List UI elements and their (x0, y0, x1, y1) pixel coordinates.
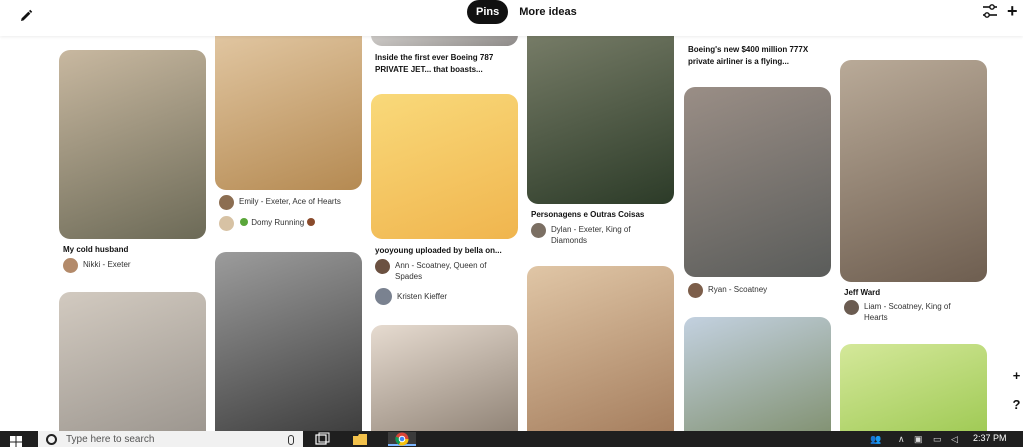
microphone-icon[interactable] (288, 435, 294, 445)
task-view-icon[interactable] (313, 432, 331, 446)
attribution-text: Kristen Kieffer (397, 292, 448, 301)
pin-image[interactable] (840, 60, 987, 282)
attribution-text: Dylan - Exeter, King of Diamonds (551, 225, 631, 245)
avatar (531, 223, 546, 238)
edit-button[interactable] (15, 5, 37, 27)
pin-title[interactable]: My cold husband (63, 244, 205, 256)
people-icon[interactable]: 👥 (870, 434, 881, 445)
volume-icon[interactable]: ◁ (951, 434, 958, 445)
avatar (219, 216, 234, 231)
pin-attribution[interactable]: Ryan - Scoatney (688, 283, 830, 298)
avatar (844, 300, 859, 315)
search-icon (46, 434, 57, 445)
add-floating-button[interactable]: + (1010, 365, 1023, 387)
sliders-icon (983, 4, 997, 18)
pin-title[interactable]: Inside the first ever Boeing 787 PRIVATE… (375, 52, 513, 76)
pin-image[interactable] (371, 94, 518, 239)
help-button[interactable]: ? (1010, 394, 1023, 416)
pin-attribution[interactable]: Dylan - Exeter, King of Diamonds (531, 223, 651, 246)
pin-attribution[interactable]: Kristen Kieffer (375, 288, 517, 305)
question-icon: ? (1012, 397, 1021, 412)
pin-title[interactable]: Jeff Ward (844, 287, 986, 299)
windows-logo-icon (10, 436, 22, 447)
chrome-taskbar-icon[interactable] (388, 432, 416, 446)
pin-attribution[interactable]: Liam - Scoatney, King of Hearts (844, 300, 969, 323)
pin-image[interactable] (371, 325, 518, 445)
pin-title[interactable]: yooyoung uploaded by bella on... (375, 245, 517, 257)
network-icon[interactable]: ▣ (914, 434, 923, 445)
pin-attribution[interactable]: Emily - Exeter, Ace of Hearts (219, 195, 361, 210)
attribution-text: Ryan - Scoatney (708, 285, 768, 294)
avatar (63, 258, 78, 273)
attribution-text: Liam - Scoatney, King of Hearts (864, 302, 951, 322)
feed-tabs: Pins More ideas (467, 0, 580, 24)
windows-taskbar: Type here to search 👥 ∧ ▣ ▭ ◁ 2:37 PM (0, 431, 1023, 447)
top-toolbar: Pins More ideas + (0, 0, 1023, 36)
pin-image[interactable] (684, 317, 831, 447)
pin-image[interactable] (684, 87, 831, 277)
avatar (688, 283, 703, 298)
pin-image[interactable] (215, 24, 362, 190)
pin-attribution[interactable]: Domy Running (219, 216, 361, 231)
taskbar-search[interactable]: Type here to search (38, 431, 303, 447)
taskbar-clock[interactable]: 2:37 PM (973, 433, 1007, 443)
attribution-text: Emily - Exeter, Ace of Hearts (239, 197, 341, 206)
create-pin-button[interactable]: + (1007, 0, 1023, 24)
attribution-text: Ann - Scoatney, Queen of Spades (395, 261, 487, 281)
windows-start-button[interactable] (10, 435, 22, 447)
pin-image[interactable] (59, 50, 206, 239)
pin-attribution[interactable]: Ann - Scoatney, Queen of Spades (375, 259, 505, 282)
runner-emoji-icon (307, 218, 316, 226)
attribution-name: Domy Running (251, 218, 305, 227)
pencil-icon (21, 9, 33, 21)
plus-icon: + (1012, 368, 1021, 383)
file-explorer-icon[interactable] (351, 432, 369, 446)
chevron-up-icon[interactable]: ∧ (898, 434, 905, 445)
pin-image[interactable] (840, 344, 987, 444)
battery-icon[interactable]: ▭ (933, 434, 942, 445)
clover-emoji-icon (240, 218, 248, 226)
search-placeholder: Type here to search (66, 433, 155, 445)
pin-image[interactable] (527, 266, 674, 446)
pin-title[interactable]: Boeing's new $400 million 777X private a… (688, 44, 828, 68)
tab-pins[interactable]: Pins (467, 0, 509, 24)
pin-image[interactable] (215, 252, 362, 442)
avatar (375, 288, 392, 305)
pinterest-home: Pins More ideas + My cold husband Nikki … (0, 0, 1023, 447)
pin-attribution[interactable]: Nikki - Exeter (63, 258, 205, 273)
pin-image[interactable] (59, 292, 206, 442)
avatar (219, 195, 234, 210)
pin-title[interactable]: Personagens e Outras Coisas (531, 209, 673, 221)
avatar (375, 259, 390, 274)
tab-more-ideas[interactable]: More ideas (516, 0, 579, 24)
pin-image[interactable] (527, 24, 674, 204)
attribution-text: Domy Running (239, 217, 316, 228)
plus-icon: + (1007, 1, 1018, 21)
filter-button[interactable] (982, 3, 1002, 23)
attribution-text: Nikki - Exeter (83, 260, 131, 269)
